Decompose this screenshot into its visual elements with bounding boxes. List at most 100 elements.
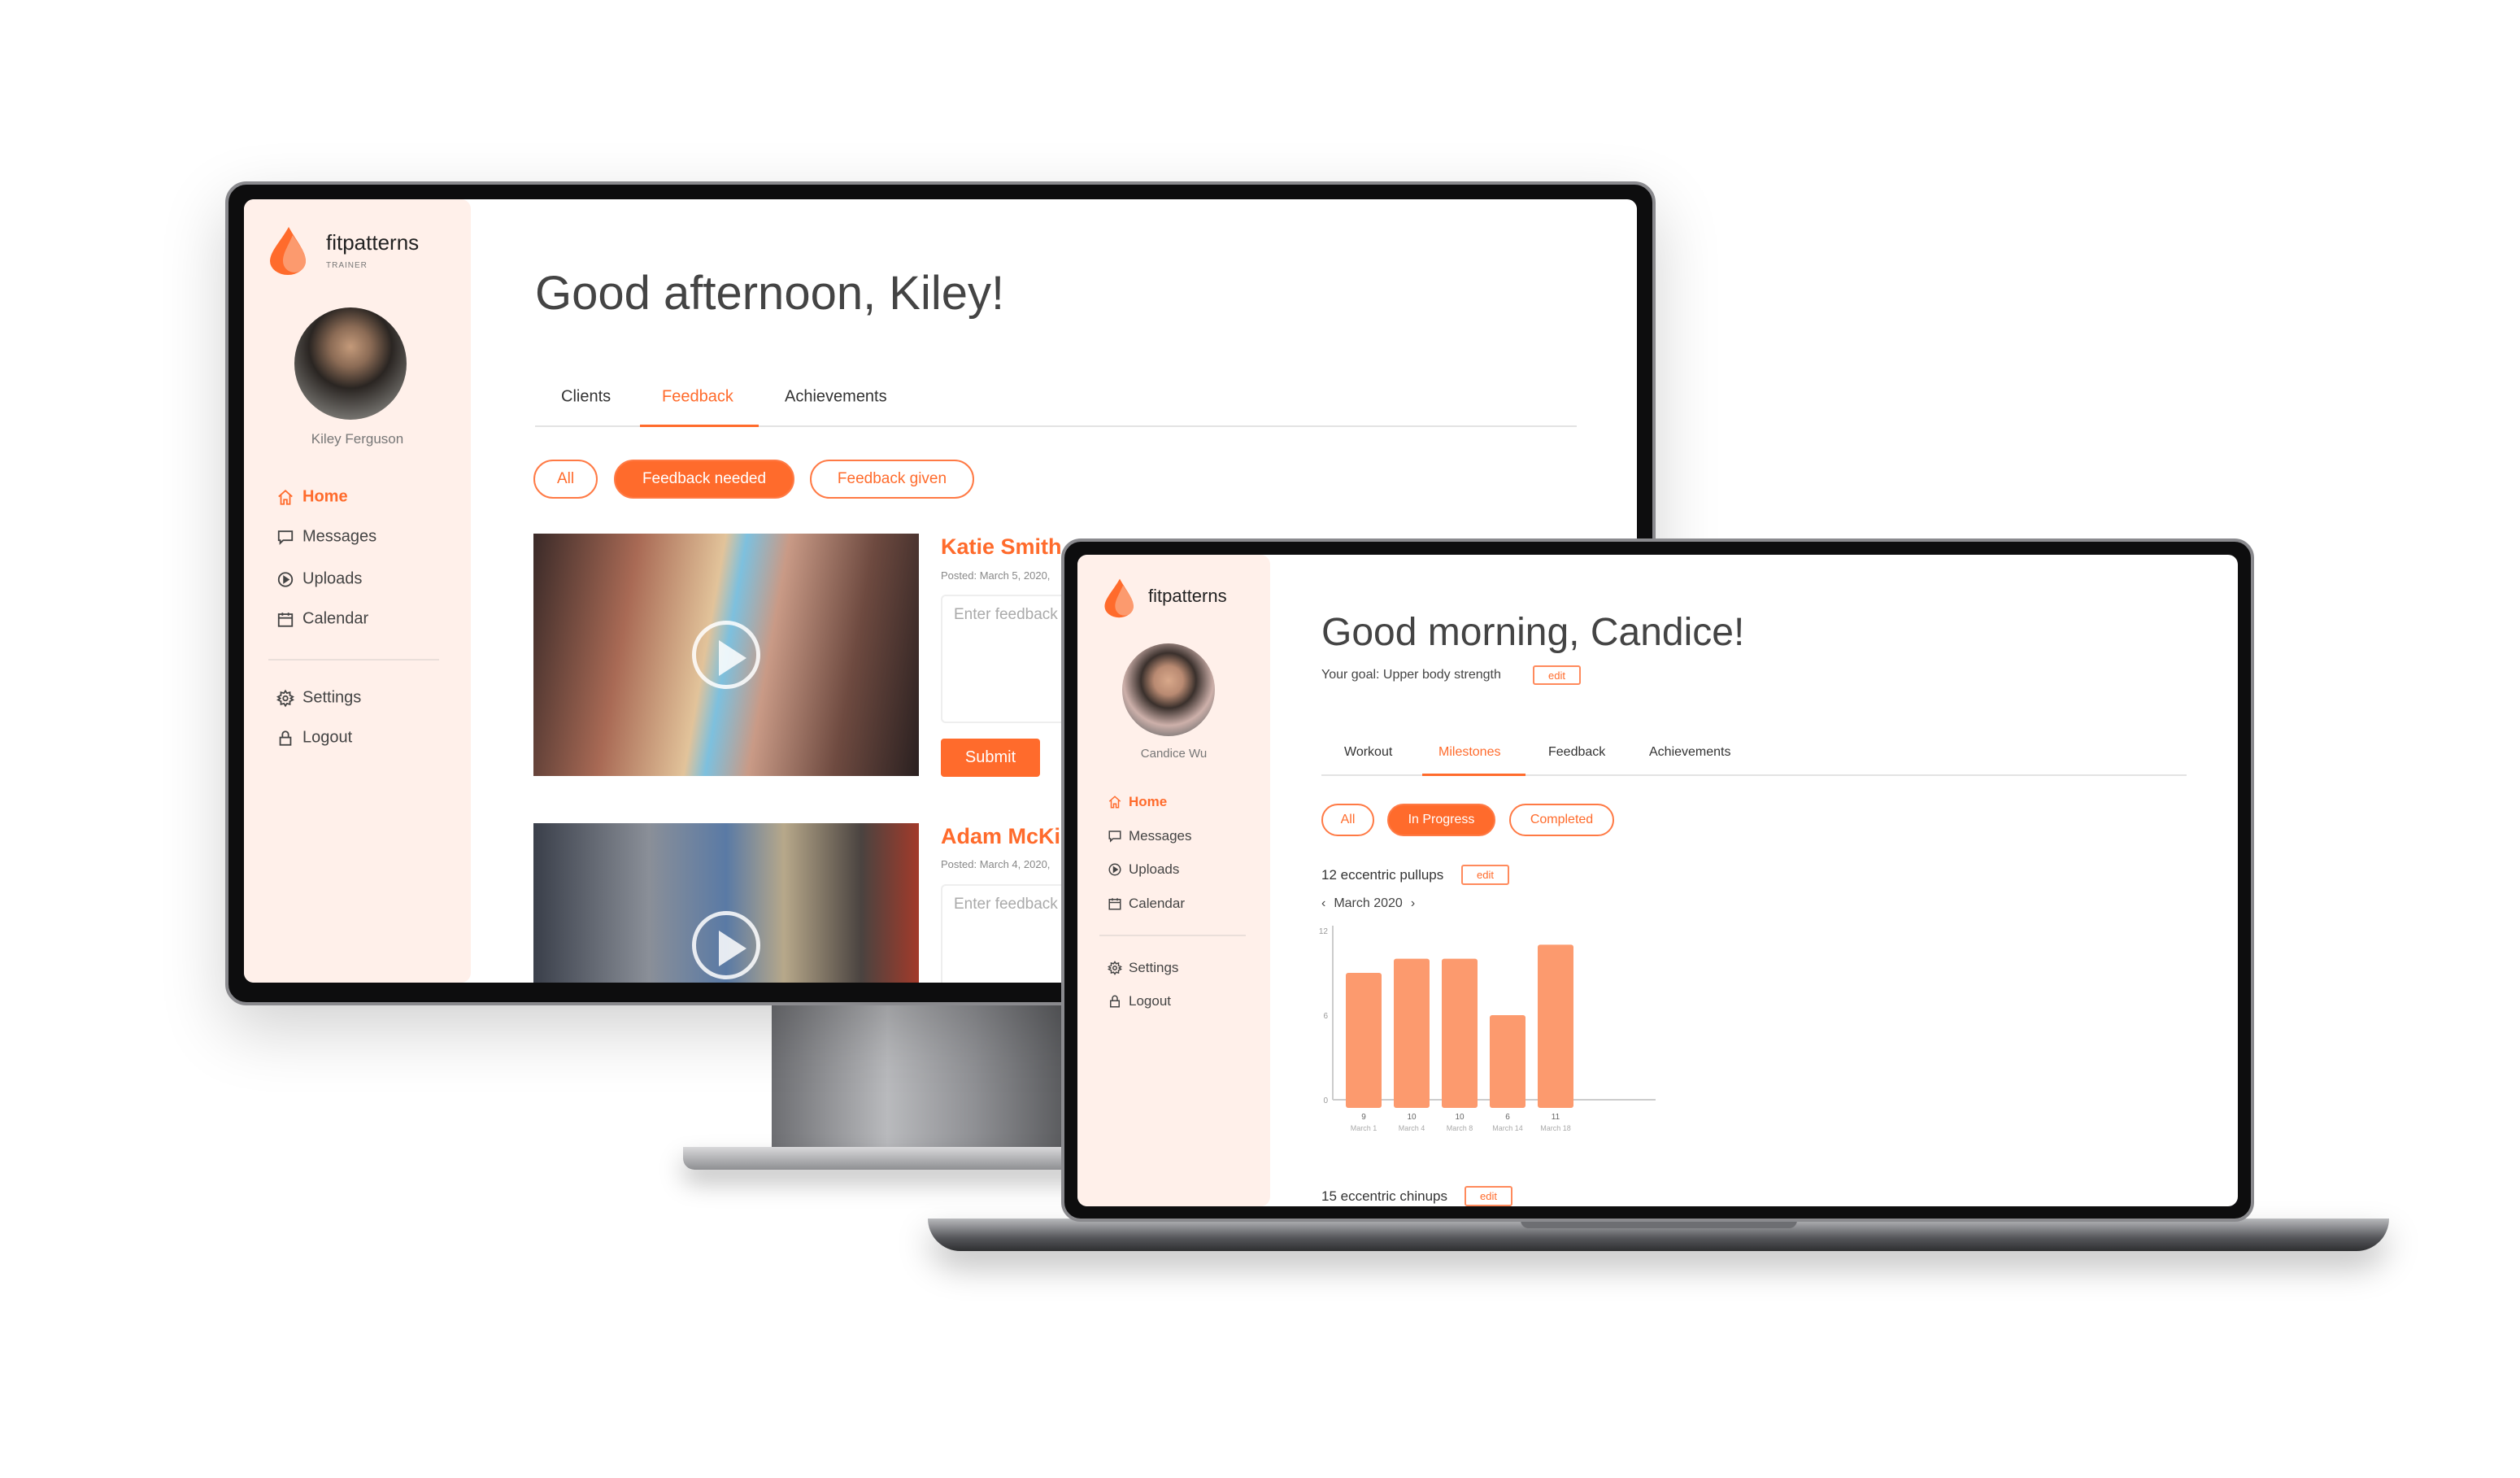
tab-achievements[interactable]: Achievements [785,388,887,407]
bar-value-label: 11 [1552,1113,1560,1122]
chart-bar [1538,944,1573,1108]
chevron-left-icon[interactable]: ‹ [1321,896,1325,911]
bar-value-label: 6 [1505,1113,1510,1122]
chevron-right-icon[interactable]: › [1411,896,1415,911]
sidebar-item-label: Calendar [302,609,369,628]
filter-feedback-needed[interactable]: Feedback needed [614,460,794,499]
milestone-title: 15 eccentric chinups [1321,1188,1447,1204]
brand-name: fitpatterns [1148,586,1227,606]
message-icon [277,530,294,545]
sidebar-item-logout[interactable]: Logout [276,729,352,748]
avatar[interactable] [1122,643,1215,736]
sidebar-item-calendar[interactable]: Calendar [1108,896,1185,912]
sidebar-item-label: Settings [302,688,362,707]
sidebar-item-messages[interactable]: Messages [1108,828,1191,844]
goal-text: Your goal: Upper body strength [1321,668,1501,682]
brand-name: fitpatterns [326,230,420,255]
sidebar-item-messages[interactable]: Messages [276,528,376,547]
video-thumbnail[interactable] [533,534,919,776]
bar-value-label: 9 [1361,1113,1366,1122]
home-icon [278,489,293,505]
sidebar: fitpatterns TRAINER Kiley Ferguson Home M… [244,199,471,983]
avatar[interactable] [294,307,407,420]
tab-feedback[interactable]: Feedback [1548,745,1605,760]
lock-icon [1110,995,1120,1008]
play-icon[interactable] [692,621,760,689]
lock-icon [279,730,292,746]
month-selector: ‹ March 2020 › [1321,896,1415,911]
sidebar-item-settings[interactable]: Settings [276,689,361,708]
sidebar-item-logout[interactable]: Logout [1108,993,1171,1009]
sidebar-item-label: Logout [1129,993,1171,1009]
sidebar-item-uploads[interactable]: Uploads [1108,861,1179,878]
sidebar-item-calendar[interactable]: Calendar [276,610,368,629]
play-icon[interactable] [692,911,760,979]
edit-milestone-button[interactable]: edit [1461,865,1509,885]
sidebar-divider [268,659,439,661]
posted-date: Posted: March 5, 2020, [941,569,1051,582]
client-name: Katie Smith [941,534,1062,559]
sidebar-item-settings[interactable]: Settings [1108,960,1178,976]
filter-feedback-given[interactable]: Feedback given [810,460,974,499]
filter-all[interactable]: All [533,460,598,499]
filter-all[interactable]: All [1321,804,1374,836]
sidebar-item-label: Uploads [1129,861,1180,877]
client-dashboard-screen: fitpatterns Candice Wu Home Messages Uploa… [1077,555,2238,1206]
calendar-icon [1108,898,1121,910]
chart-bar [1394,958,1430,1108]
y-tick-label: 6 [1323,1012,1328,1021]
sidebar-item-label: Logout [302,728,353,747]
play-circle-icon [1108,863,1121,876]
home-icon [1108,796,1121,809]
sidebar-item-label: Home [302,487,348,506]
chart-bar [1442,958,1478,1108]
video-thumbnail[interactable] [533,823,919,983]
page-title: Good morning, Candice! [1321,611,1745,654]
tab-workout[interactable]: Workout [1344,745,1392,760]
sidebar-item-home[interactable]: Home [276,488,348,507]
tab-achievements[interactable]: Achievements [1649,745,1731,760]
calendar-icon [277,612,294,627]
client-name: Adam McKin [941,824,1074,848]
filter-completed[interactable]: Completed [1509,804,1614,836]
sidebar-item-label: Uploads [302,569,363,588]
sidebar-item-home[interactable]: Home [1108,794,1167,810]
active-tab-underline [640,425,759,427]
sidebar-item-uploads[interactable]: Uploads [276,570,362,589]
tab-milestones[interactable]: Milestones [1438,745,1500,760]
bar-value-label: 10 [1455,1113,1465,1122]
active-tab-underline [1422,774,1525,776]
bar-value-label: 10 [1407,1113,1417,1122]
y-tick-label: 12 [1319,927,1329,936]
sidebar-item-label: Calendar [1129,896,1185,911]
edit-milestone-button[interactable]: edit [1465,1186,1512,1206]
play-circle-icon [277,571,294,587]
fitpatterns-logo-icon [1104,578,1134,618]
sidebar-divider [1099,935,1246,936]
gear-icon [276,689,294,707]
y-tick-label: 0 [1323,1097,1328,1105]
x-tick-label: March 8 [1447,1124,1473,1132]
x-tick-label: March 4 [1399,1124,1425,1132]
submit-button[interactable]: Submit [941,739,1040,777]
edit-goal-button[interactable]: edit [1533,665,1581,685]
sidebar: fitpatterns Candice Wu Home Messages Uploa… [1077,555,1270,1206]
sidebar-item-label: Home [1129,794,1168,809]
brand-subtitle: TRAINER [326,261,368,270]
gear-icon [1108,961,1122,975]
user-name: Kiley Ferguson [311,431,404,447]
user-name: Candice Wu [1140,747,1208,761]
x-tick-label: March 14 [1492,1124,1523,1132]
tab-clients[interactable]: Clients [561,388,611,407]
x-tick-label: March 1 [1351,1124,1378,1132]
tab-feedback[interactable]: Feedback [662,388,733,407]
chart-bar [1346,973,1382,1108]
fitpatterns-logo-icon [270,227,306,275]
sidebar-item-label: Messages [302,527,377,546]
month-label: March 2020 [1334,896,1403,910]
sidebar-item-label: Messages [1129,828,1192,844]
filter-in-progress[interactable]: In Progress [1387,804,1495,836]
page-title: Good afternoon, Kiley! [535,267,1005,320]
message-icon [1108,831,1121,843]
sidebar-item-label: Settings [1129,960,1179,975]
